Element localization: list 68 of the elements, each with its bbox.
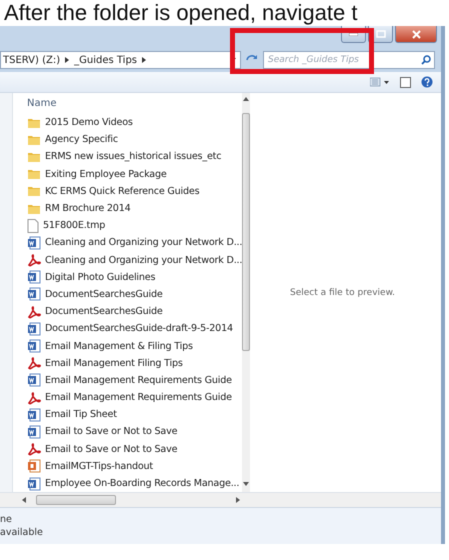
- scroll-down-icon[interactable]: [243, 482, 250, 486]
- folder-icon: [27, 202, 41, 215]
- document-icon: [27, 408, 41, 422]
- pdf-icon: [27, 356, 41, 370]
- scroll-right-icon[interactable]: [236, 497, 240, 503]
- file-name[interactable]: Employee On-Boarding Records Manage...: [45, 478, 240, 490]
- file-name[interactable]: ERMS new issues_historical issues_etc: [45, 151, 222, 162]
- maximize-icon: [376, 30, 386, 38]
- close-button[interactable]: [395, 26, 437, 43]
- document-icon: [27, 236, 41, 250]
- file-name[interactable]: Email Management Requirements Guide: [45, 374, 232, 386]
- blank-file-icon: [27, 218, 39, 233]
- file-name[interactable]: Cleaning and Organizing your Network D...: [45, 237, 242, 248]
- file-name[interactable]: DocumentSearchesGuide-draft-9-5-2014: [45, 323, 233, 334]
- file-name[interactable]: Cleaning and Organizing your Network D...: [45, 254, 242, 266]
- breadcrumb[interactable]: TSERV) (Z:): [3, 54, 60, 66]
- file-name[interactable]: 2015 Demo Videos: [45, 117, 133, 128]
- file-name[interactable]: RM Brochure 2014: [45, 203, 131, 214]
- detail-text: ne: [0, 514, 13, 525]
- folder-icon: [27, 168, 41, 180]
- scrollbar-thumb[interactable]: [36, 495, 116, 505]
- slides-icon: [27, 459, 41, 474]
- folder-icon: [27, 116, 41, 129]
- preview-pane-icon[interactable]: [400, 76, 411, 88]
- file-name[interactable]: Agency Specific: [45, 134, 118, 146]
- document-icon: [27, 339, 41, 354]
- file-name[interactable]: Email Management & Filing Tips: [45, 340, 193, 352]
- file-name[interactable]: EmailMGT-Tips-handout: [45, 460, 153, 472]
- search-field[interactable]: Search _Guides Tips: [263, 51, 435, 69]
- file-name[interactable]: DocumentSearchesGuide: [45, 306, 163, 318]
- file-name[interactable]: Email to Save or Not to Save: [45, 426, 178, 438]
- preview-message: Select a file to preview.: [290, 288, 395, 298]
- folder-icon: [27, 150, 41, 163]
- file-name[interactable]: DocumentSearchesGuide: [45, 288, 163, 300]
- name-column-header[interactable]: Name: [27, 98, 57, 109]
- breadcrumb[interactable]: _Guides Tips: [74, 54, 138, 66]
- chevron-icon[interactable]: [142, 57, 146, 63]
- scroll-up-icon[interactable]: [243, 97, 250, 101]
- file-name[interactable]: Digital Photo Guidelines: [45, 272, 156, 283]
- pdf-icon: [27, 442, 41, 456]
- minimize-icon: [349, 32, 358, 36]
- file-name[interactable]: Exiting Employee Package: [45, 168, 167, 180]
- file-name[interactable]: Email Management Filing Tips: [45, 358, 183, 369]
- chevron-icon[interactable]: [65, 57, 70, 63]
- pdf-icon: [27, 390, 41, 405]
- folder-icon: [27, 134, 41, 146]
- search-icon: [421, 55, 431, 65]
- document-icon: [27, 322, 41, 336]
- file-name[interactable]: KC ERMS Quick Reference Guides: [45, 186, 200, 197]
- scroll-left-icon[interactable]: [22, 497, 26, 503]
- document-icon: [27, 424, 41, 439]
- file-name[interactable]: Email Management Requirements Guide: [45, 392, 232, 404]
- document-icon: [27, 287, 41, 302]
- view-options-icon[interactable]: [370, 77, 390, 87]
- file-name[interactable]: Email Tip Sheet: [45, 409, 117, 420]
- detail-text: available: [0, 527, 44, 538]
- help-icon[interactable]: [421, 76, 433, 88]
- close-icon: [412, 30, 420, 38]
- document-icon: [27, 270, 41, 284]
- pdf-icon: [27, 253, 41, 268]
- address-bar[interactable]: TSERV) (Z:) _Guides Tips: [0, 51, 241, 69]
- document-heading: After the folder is opened, navigate t: [4, 0, 358, 25]
- folder-icon: [27, 185, 41, 198]
- scrollbar-thumb[interactable]: [242, 113, 250, 351]
- document-icon: [27, 373, 41, 388]
- pdf-icon: [27, 304, 41, 319]
- file-name[interactable]: 51F800E.tmp: [43, 220, 106, 232]
- file-name[interactable]: Email to Save or Not to Save: [45, 444, 178, 455]
